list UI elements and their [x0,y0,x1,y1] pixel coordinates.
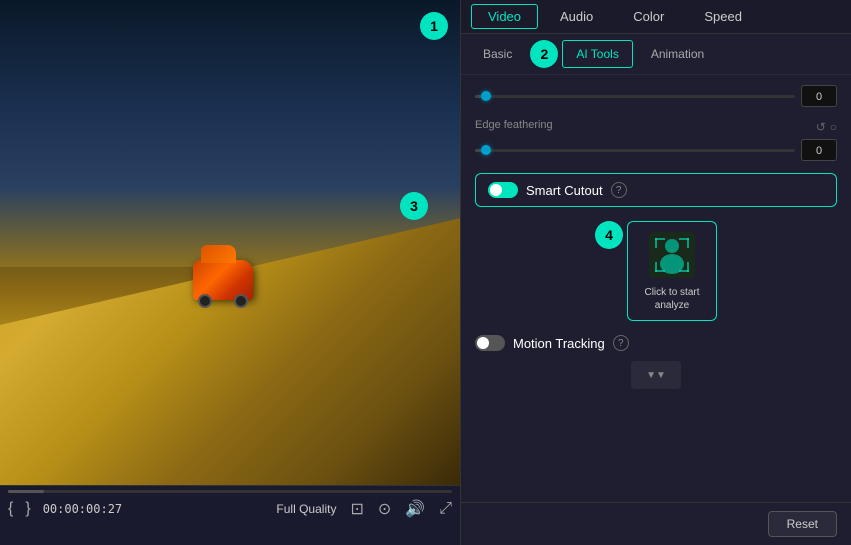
reset-cw-icon[interactable]: ○ [830,120,837,134]
volume-button[interactable]: 🔊 [405,499,425,519]
analyze-container: 4 [475,221,837,321]
subtab-aitools[interactable]: AI Tools [562,40,632,68]
smart-cutout-title: Smart Cutout [526,183,603,198]
trim-out-button[interactable]: } [25,500,30,518]
edge-feathering-value[interactable]: 0 [801,139,837,161]
trim-in-button[interactable]: { [8,500,13,518]
timeline[interactable] [8,490,452,493]
subtab-animation[interactable]: Animation [637,40,718,68]
bottom-bar: Reset [461,502,851,545]
vehicle-wheel-left [198,294,212,308]
analyze-label: Click to start analyze [636,286,708,312]
reset-ccw-icon[interactable]: ↺ [816,120,826,134]
motion-tracking-title: Motion Tracking [513,336,605,351]
tab-speed[interactable]: Speed [684,0,762,33]
badge-4: 4 [595,221,623,249]
motion-tracking-info-icon[interactable]: ? [613,335,629,351]
analyze-icon [647,230,697,280]
vehicle-top [201,245,236,263]
video-panel: 1 3 { } 00:00:00:27 Full Quality ⊡ ⊙ 🔊 [0,0,460,545]
badge-2: 2 [530,40,558,68]
properties-panel: Video Audio Color Speed Basic 2 AI Tools… [460,0,851,545]
sub-tab-bar: Basic 2 AI Tools Animation [461,34,851,75]
timeline-progress [8,490,44,493]
smart-cutout-section: Smart Cutout ? [475,173,837,207]
panel-content: 0 Edge feathering ↺ ○ 0 [461,75,851,502]
smart-cutout-info-icon[interactable]: ? [611,182,627,198]
motion-tracking-toggle[interactable] [475,335,505,351]
video-preview: 1 3 [0,0,460,485]
top-slider-row: 0 [475,85,837,107]
subtab-basic[interactable]: Basic [469,40,526,68]
top-slider-value[interactable]: 0 [801,85,837,107]
sky-background [0,0,460,267]
tab-video[interactable]: Video [471,4,538,29]
smart-cutout-toggle[interactable] [488,182,518,198]
toggle-knob [490,184,502,196]
top-slider-section: 0 [475,85,837,107]
view-controls: Full Quality ⊡ ⊙ 🔊 ⤢ [276,499,452,519]
more-content-button[interactable]: ▼▼ [631,361,681,389]
playback-controls: { } 00:00:00:27 [8,500,122,518]
screen-fit-button[interactable]: ⊡ [350,499,363,519]
vehicle-wheel-right [234,294,248,308]
top-tab-bar: Video Audio Color Speed [461,0,851,34]
top-slider-track[interactable] [475,95,795,98]
edge-feathering-slider-row: 0 [475,139,837,161]
tab-audio[interactable]: Audio [540,0,613,33]
fullscreen-button[interactable]: ⤢ [439,500,452,518]
quality-selector[interactable]: Full Quality [276,502,336,516]
motion-tracking-header: Motion Tracking ? [475,329,837,357]
badge-1: 1 [420,12,448,40]
edge-feathering-thumb[interactable] [481,145,491,155]
analyze-button[interactable]: Click to start analyze [627,221,717,321]
reset-button[interactable]: Reset [768,511,837,537]
video-controls: { } 00:00:00:27 Full Quality ⊡ ⊙ 🔊 ⤢ [0,485,460,545]
tab-color[interactable]: Color [613,0,684,33]
timecode-display: 00:00:00:27 [43,502,122,516]
edge-feathering-track[interactable] [475,149,795,152]
edge-feathering-label: Edge feathering [475,119,553,131]
top-slider-thumb[interactable] [481,91,491,101]
vehicle-object [193,260,263,315]
motion-tracking-section: Motion Tracking ? [475,329,837,357]
badge-3: 3 [400,192,428,220]
vehicle-body [193,260,253,300]
screenshot-button[interactable]: ⊙ [378,499,391,519]
person-silhouette-icon [649,232,695,278]
reset-icons: ↺ ○ [816,120,837,134]
smart-cutout-header: Smart Cutout ? [488,182,824,198]
motion-toggle-knob [477,337,489,349]
edge-feathering-section: Edge feathering ↺ ○ 0 [475,119,837,161]
more-icon: ▼▼ [646,370,666,381]
